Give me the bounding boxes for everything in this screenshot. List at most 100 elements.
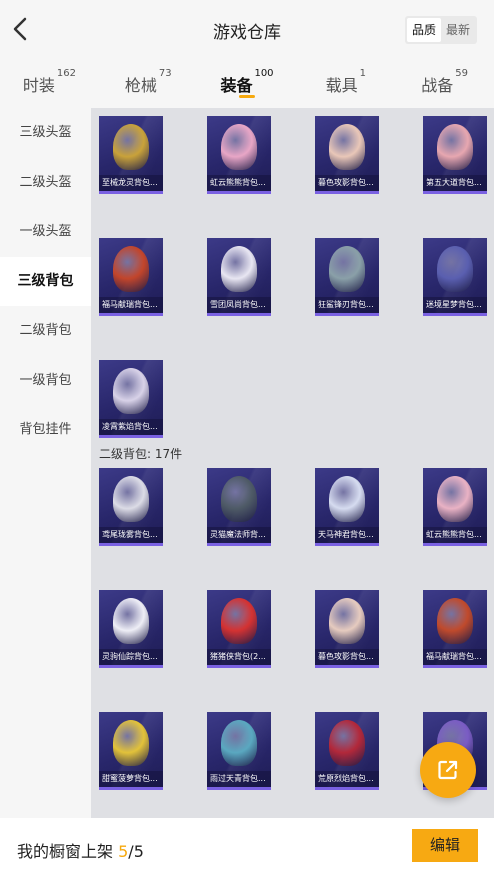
backpack-image — [329, 720, 365, 766]
backpack-image — [221, 246, 257, 292]
backpack-image — [329, 598, 365, 644]
sort-option-quality[interactable]: 品质 — [407, 18, 441, 42]
backpack-image — [437, 476, 473, 522]
item-card[interactable]: 第五大道背包... — [423, 116, 487, 238]
backpack-image — [221, 476, 257, 522]
backpack-image — [437, 246, 473, 292]
item-thumbnail: 凌霄紫焰背包... — [99, 360, 163, 438]
sidebar-item-helmet-lv2[interactable]: 二级头盔 — [0, 158, 91, 208]
item-name: 至械龙灵背包... — [99, 175, 163, 191]
item-thumbnail: 雪团凤尚背包... — [207, 238, 271, 316]
backpack-image — [329, 246, 365, 292]
item-thumbnail: 福马献瑞背包... — [99, 238, 163, 316]
item-card[interactable]: 至械龙灵背包... — [99, 116, 163, 238]
sidebar-item-helmet-lv1[interactable]: 一级头盔 — [0, 207, 91, 257]
backpack-image — [113, 598, 149, 644]
item-card[interactable]: 福马献瑞背包... — [423, 590, 487, 712]
tab-battle-prep[interactable]: 战备59 — [395, 58, 494, 108]
item-card[interactable]: 雪团凤尚背包... — [207, 238, 271, 360]
backpack-image — [437, 124, 473, 170]
item-card[interactable]: 荒原烈焰背包... — [315, 712, 379, 818]
item-name: 虹云熊熊背包... — [423, 527, 487, 543]
sidebar: 三级头盔 二级头盔 一级头盔 三级背包 二级背包 一级背包 背包挂件 — [0, 108, 91, 818]
tab-label: 战备 — [421, 76, 454, 95]
tab-vehicles[interactable]: 载具1 — [296, 58, 395, 108]
item-list[interactable]: 至械龙灵背包... 虹云熊熊背包... 暮色攻影背包... 第五大道背包... 福马献瑞… — [91, 108, 494, 818]
shelf-status: 我的橱窗上架 5/5 — [17, 838, 144, 862]
sort-option-latest[interactable]: 最新 — [441, 18, 475, 42]
tab-count: 100 — [254, 68, 274, 79]
sidebar-item-backpack-lv2[interactable]: 二级背包 — [0, 306, 91, 356]
sidebar-item-backpack-lv1[interactable]: 一级背包 — [0, 356, 91, 406]
item-name: 暮色攻影背包... — [315, 175, 379, 191]
backpack-image — [329, 476, 365, 522]
item-name: 甜蜜菠萝背包... — [99, 771, 163, 787]
tab-label: 枪械 — [124, 76, 157, 95]
item-name: 荒原烈焰背包... — [315, 771, 379, 787]
item-card[interactable]: 灵猫魔法师背... — [207, 468, 271, 590]
item-card[interactable]: 猪猪侠背包(2... — [207, 590, 271, 712]
share-external-icon — [438, 760, 458, 780]
item-card[interactable]: 雨过天青背包... — [207, 712, 271, 818]
backpack-image — [221, 124, 257, 170]
tab-count: 162 — [56, 68, 76, 79]
item-thumbnail: 鸢尾珑雾背包... — [99, 468, 163, 546]
sidebar-item-backpack-pendant[interactable]: 背包挂件 — [0, 405, 91, 455]
backpack-image — [221, 720, 257, 766]
tab-count: 59 — [455, 68, 468, 79]
backpack-image — [113, 476, 149, 522]
item-card[interactable]: 虹云熊熊背包... — [207, 116, 271, 238]
tab-label: 载具 — [325, 76, 358, 95]
item-name: 福马献瑞背包... — [423, 649, 487, 665]
tab-firearms[interactable]: 枪械73 — [99, 58, 198, 108]
item-thumbnail: 虹云熊熊背包... — [423, 468, 487, 546]
item-thumbnail: 迷境星梦背包... — [423, 238, 487, 316]
tab-count: 1 — [359, 68, 366, 79]
item-name: 福马献瑞背包... — [99, 297, 163, 313]
top-bar: 游戏仓库 品质 最新 — [0, 0, 494, 58]
item-card[interactable]: 灵驹仙踪背包... — [99, 590, 163, 712]
item-thumbnail: 暮色攻影背包... — [315, 590, 379, 668]
item-thumbnail: 甜蜜菠萝背包... — [99, 712, 163, 790]
tab-label: 装备 — [220, 76, 253, 95]
section-label: 二级背包: 17件 — [99, 447, 183, 461]
share-button[interactable] — [420, 742, 476, 798]
item-card[interactable]: 鸢尾珑雾背包... — [99, 468, 163, 590]
item-name: 灵驹仙踪背包... — [99, 649, 163, 665]
sidebar-item-helmet-lv3[interactable]: 三级头盔 — [0, 108, 91, 158]
bottom-bar: 我的橱窗上架 5/5 编辑 — [0, 818, 494, 875]
shelf-label: 我的橱窗上架 — [17, 842, 114, 861]
item-thumbnail: 灵猫魔法师背... — [207, 468, 271, 546]
item-name: 迷境星梦背包... — [423, 297, 487, 313]
item-thumbnail: 猪猪侠背包(2... — [207, 590, 271, 668]
item-name: 第五大道背包... — [423, 175, 487, 191]
tab-equipment[interactable]: 装备100 — [198, 58, 297, 108]
item-name: 雪团凤尚背包... — [207, 297, 271, 313]
item-thumbnail: 荒原烈焰背包... — [315, 712, 379, 790]
backpack-image — [113, 368, 149, 414]
item-card[interactable]: 迷境星梦背包... — [423, 238, 487, 360]
item-card[interactable]: 凌霄紫焰背包... — [99, 360, 163, 482]
item-card[interactable]: 福马献瑞背包... — [99, 238, 163, 360]
item-thumbnail: 狂鲨锋刃背包... — [315, 238, 379, 316]
item-card[interactable]: 暮色攻影背包... — [315, 116, 379, 238]
backpack-image — [437, 598, 473, 644]
tab-fashion[interactable]: 时装162 — [0, 58, 99, 108]
edit-button[interactable]: 编辑 — [412, 829, 478, 862]
item-card[interactable]: 狂鲨锋刃背包... — [315, 238, 379, 360]
item-card[interactable]: 甜蜜菠萝背包... — [99, 712, 163, 818]
backpack-image — [221, 598, 257, 644]
item-thumbnail: 第五大道背包... — [423, 116, 487, 194]
item-card[interactable]: 虹云熊熊背包... — [423, 468, 487, 590]
item-thumbnail: 虹云熊熊背包... — [207, 116, 271, 194]
item-thumbnail: 灵驹仙踪背包... — [99, 590, 163, 668]
category-tabs: 时装162 枪械73 装备100 载具1 战备59 — [0, 58, 494, 108]
backpack-image — [329, 124, 365, 170]
item-name: 狂鲨锋刃背包... — [315, 297, 379, 313]
item-card[interactable]: 天马神君背包... — [315, 468, 379, 590]
sidebar-item-backpack-lv3[interactable]: 三级背包 — [0, 256, 91, 306]
item-thumbnail: 至械龙灵背包... — [99, 116, 163, 194]
item-card[interactable]: 暮色攻影背包... — [315, 590, 379, 712]
item-name: 暮色攻影背包... — [315, 649, 379, 665]
tab-active-indicator — [238, 95, 255, 98]
